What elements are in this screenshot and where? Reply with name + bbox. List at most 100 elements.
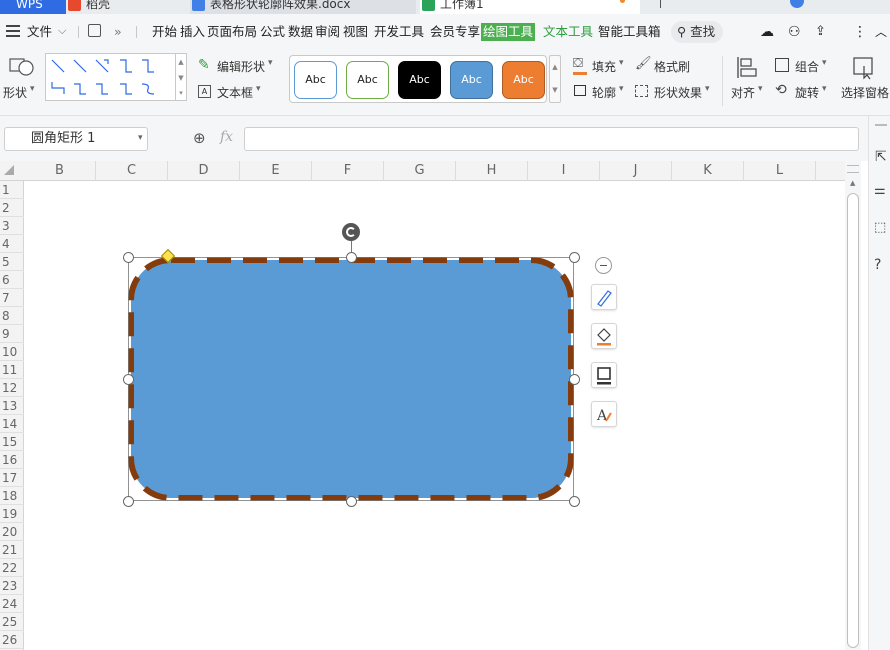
style-gallery-scroll[interactable]: ▲ ▼ <box>549 55 561 103</box>
chevron-down-icon[interactable]: ⌵ <box>58 23 66 39</box>
row-header-cell[interactable]: 22 <box>0 559 24 577</box>
formula-input[interactable] <box>244 127 859 151</box>
rounded-rectangle-shape[interactable] <box>128 257 574 501</box>
name-box[interactable]: 圆角矩形 1 <box>4 127 148 151</box>
resize-handle-left[interactable] <box>123 374 134 385</box>
column-header-cell[interactable]: I <box>528 161 600 181</box>
fill-button[interactable]: 填充 <box>592 58 616 75</box>
scroll-thumb[interactable] <box>847 193 859 648</box>
row-header-cell[interactable]: 1 <box>0 181 24 199</box>
edit-shape-button[interactable]: 编辑形状 <box>217 58 265 75</box>
gallery-scroll[interactable]: ▲ ▼ ▾ <box>176 53 187 101</box>
row-header-cell[interactable]: 19 <box>0 505 24 523</box>
column-header-cell[interactable]: J <box>600 161 672 181</box>
tab-page-layout[interactable]: 页面布局 <box>207 24 257 40</box>
group-button[interactable]: 组合 <box>795 58 819 75</box>
collapse-float-toolbar-button[interactable] <box>595 257 612 274</box>
group-dropdown-icon[interactable]: ▾ <box>822 58 827 68</box>
tab-home[interactable]: 开始 <box>152 24 177 40</box>
shape-fill-float-button[interactable] <box>591 323 617 349</box>
shape-style-float-button[interactable] <box>591 284 617 310</box>
gallery-expand-icon[interactable]: ▾ <box>176 86 186 100</box>
column-header-cell[interactable]: E <box>240 161 312 181</box>
tab-workbook[interactable]: 工作簿1 <box>420 0 640 14</box>
row-header-cell[interactable]: 5 <box>0 253 24 271</box>
row-header-cell[interactable]: 24 <box>0 595 24 613</box>
crop-frame-icon[interactable]: ⬚ <box>874 220 886 235</box>
column-header-cell[interactable]: D <box>168 161 240 181</box>
tab-text-tools[interactable]: 文本工具 <box>543 24 593 40</box>
row-header-cell[interactable]: 18 <box>0 487 24 505</box>
tab-document[interactable]: 表格形状轮廓阵效果.docx <box>190 0 416 14</box>
fx-icon[interactable]: fx <box>220 129 233 145</box>
outline-dropdown-icon[interactable]: ▾ <box>619 84 624 94</box>
resize-handle-top[interactable] <box>346 252 357 263</box>
scroll-up-icon[interactable]: ▲ <box>850 179 855 187</box>
resize-handle-bottom-left[interactable] <box>123 496 134 507</box>
rotate-button[interactable]: 旋转 <box>795 84 819 101</box>
align-dropdown-icon[interactable]: ▾ <box>758 84 763 94</box>
row-header-cell[interactable]: 14 <box>0 415 24 433</box>
resize-handle-top-right[interactable] <box>569 252 580 263</box>
shapes-label[interactable]: 形状 <box>3 84 27 101</box>
zoom-search-icon[interactable]: ⊕ <box>193 129 206 147</box>
share-user-icon[interactable]: ⚇ <box>788 24 801 40</box>
tab-member[interactable]: 会员专享 <box>430 24 480 40</box>
style-up-icon[interactable]: ▲ <box>550 56 560 79</box>
text-style-float-button[interactable]: A <box>591 401 617 427</box>
gallery-up-icon[interactable]: ▲ <box>176 54 186 70</box>
edit-shape-dropdown-icon[interactable]: ▾ <box>268 58 273 68</box>
cloud-icon[interactable]: ☁ <box>760 24 774 40</box>
save-icon[interactable] <box>88 24 101 37</box>
tab-drawing-tools[interactable]: 绘图工具 <box>481 23 536 41</box>
row-header-cell[interactable]: 17 <box>0 469 24 487</box>
properties-sliders-icon[interactable]: ⚌ <box>874 183 886 198</box>
more-options-icon[interactable]: ⋮ <box>853 24 867 40</box>
vertical-scrollbar[interactable]: ▲ <box>845 161 861 650</box>
row-header-cell[interactable]: 13 <box>0 397 24 415</box>
text-box-dropdown-icon[interactable]: ▾ <box>256 84 261 94</box>
menu-file[interactable]: 文件 <box>27 24 52 40</box>
shapes-button[interactable] <box>8 55 34 77</box>
help-icon[interactable]: ? <box>874 257 881 273</box>
style-preset-5[interactable]: Abc <box>502 61 545 99</box>
row-header-cell[interactable]: 8 <box>0 307 24 325</box>
row-header-cell[interactable]: 16 <box>0 451 24 469</box>
resize-handle-bottom-right[interactable] <box>569 496 580 507</box>
row-header-cell[interactable]: 2 <box>0 199 24 217</box>
format-painter-button[interactable]: 格式刷 <box>654 58 690 75</box>
text-box-button[interactable]: 文本框 <box>217 84 253 101</box>
row-header-cell[interactable]: 25 <box>0 613 24 631</box>
column-header-cell[interactable]: G <box>384 161 456 181</box>
tab-view[interactable]: 视图 <box>343 24 368 40</box>
resize-handle-right[interactable] <box>569 374 580 385</box>
style-preset-4[interactable]: Abc <box>450 61 493 99</box>
tab-insert[interactable]: 插入 <box>180 24 205 40</box>
fill-dropdown-icon[interactable]: ▾ <box>619 58 624 68</box>
account-avatar[interactable] <box>790 0 804 8</box>
resize-handle-bottom[interactable] <box>346 496 357 507</box>
shape-effects-dropdown-icon[interactable]: ▾ <box>705 84 710 94</box>
connector-gallery[interactable] <box>45 53 176 101</box>
shapes-dropdown-icon[interactable]: ▾ <box>30 84 35 94</box>
row-header-cell[interactable]: 11 <box>0 361 24 379</box>
style-down-icon[interactable]: ▼ <box>550 79 560 102</box>
style-preset-1[interactable]: Abc <box>294 61 337 99</box>
tab-data[interactable]: 数据 <box>288 24 313 40</box>
row-header-cell[interactable]: 23 <box>0 577 24 595</box>
row-header-cell[interactable]: 20 <box>0 523 24 541</box>
upload-icon[interactable]: ⇪ <box>815 24 826 40</box>
hamburger-menu-icon[interactable] <box>6 25 20 37</box>
name-box-dropdown-icon[interactable]: ▾ <box>138 133 143 143</box>
search-box[interactable]: ⚲ 查找 <box>671 21 723 43</box>
tab-formulas[interactable]: 公式 <box>260 24 285 40</box>
row-header-cell[interactable]: 6 <box>0 271 24 289</box>
column-header-cell[interactable]: B <box>24 161 96 181</box>
row-header-cell[interactable]: 15 <box>0 433 24 451</box>
column-header-cell[interactable]: K <box>672 161 744 181</box>
row-header-cell[interactable]: 4 <box>0 235 24 253</box>
tab-smart-toolbox[interactable]: 智能工具箱 <box>598 24 661 40</box>
collapse-ribbon-icon[interactable]: ︿ <box>875 24 887 40</box>
tab-daoke[interactable]: 稻壳 <box>66 0 190 14</box>
shape-effects-button[interactable]: 形状效果 <box>654 84 702 101</box>
